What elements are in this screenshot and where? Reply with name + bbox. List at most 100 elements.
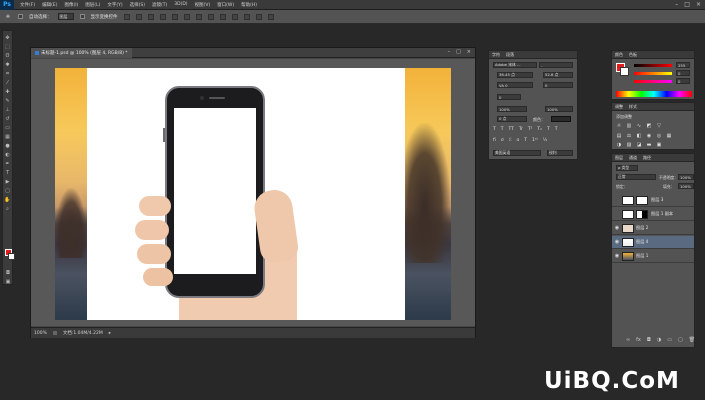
layer-row[interactable]: 图层 1 副本: [612, 208, 694, 221]
underline-button[interactable]: T: [547, 127, 550, 132]
move-icon[interactable]: ✥: [4, 34, 12, 41]
menu-window[interactable]: 窗口(W): [217, 2, 234, 8]
tab-color[interactable]: 颜色: [615, 52, 623, 58]
font-style-select[interactable]: -: [539, 62, 573, 68]
posterize-icon[interactable]: ▨: [626, 142, 632, 148]
layer-visibility-icon[interactable]: ◉: [612, 239, 622, 245]
auto-select-dropdown[interactable]: 图层: [57, 13, 74, 20]
tab-adjustments[interactable]: 调整: [615, 104, 623, 110]
doc-close-button[interactable]: ×: [467, 49, 471, 55]
stamp-icon[interactable]: ⊥: [4, 106, 12, 113]
status-icon[interactable]: [52, 331, 57, 335]
mask-icon[interactable]: ◘: [647, 337, 651, 343]
layer-row-selected[interactable]: ◉ 图层 4: [612, 236, 694, 249]
layer-row[interactable]: 图层 3: [612, 194, 694, 207]
layer-filter-select[interactable]: ρ 类型: [616, 165, 638, 171]
contextual-icon[interactable]: σ: [501, 138, 504, 143]
hue-sat-icon[interactable]: ▤: [616, 133, 622, 139]
menu-type[interactable]: 文字(Y): [107, 2, 122, 8]
doc-minimize-button[interactable]: –: [448, 49, 451, 55]
canvas[interactable]: [55, 68, 451, 320]
menu-edit[interactable]: 编辑(E): [42, 2, 57, 8]
menu-layer[interactable]: 图层(L): [85, 2, 100, 8]
text-color-swatch[interactable]: [551, 116, 571, 122]
exposure-icon[interactable]: ◩: [646, 123, 652, 129]
red-slider[interactable]: [634, 64, 672, 67]
maximize-button[interactable]: □: [684, 1, 690, 8]
layer-visibility-icon[interactable]: ◉: [612, 225, 622, 231]
path-select-icon[interactable]: ▶: [4, 178, 12, 185]
tab-paragraph[interactable]: 段落: [506, 52, 514, 58]
screen-mode-icon[interactable]: ▣: [4, 278, 12, 285]
tab-layers[interactable]: 图层: [615, 155, 623, 161]
background-color-swatch[interactable]: [8, 253, 15, 260]
align-left-icon[interactable]: [159, 13, 166, 20]
opacity-field[interactable]: 100%: [678, 174, 694, 180]
language-select[interactable]: 美国英语: [493, 150, 541, 156]
color-spectrum[interactable]: [616, 91, 692, 97]
link-icon[interactable]: ∞: [626, 337, 630, 343]
swash-icon[interactable]: ℰ: [509, 138, 512, 143]
fx-icon[interactable]: fx: [636, 337, 641, 343]
brightness-icon[interactable]: ☼: [616, 123, 622, 129]
folder-icon[interactable]: ▭: [667, 337, 672, 343]
ligature-icon[interactable]: ﬁ: [493, 138, 496, 143]
move-tool-icon[interactable]: ✥: [4, 13, 12, 20]
gradient-icon[interactable]: ▦: [4, 133, 12, 140]
menu-3d[interactable]: 3D(D): [174, 2, 187, 8]
menu-filter[interactable]: 滤镜(T): [152, 2, 167, 8]
vertical-scale-field[interactable]: 100%: [497, 106, 527, 112]
channel-mixer-icon[interactable]: ◎: [656, 133, 662, 139]
transform-checkbox[interactable]: [79, 14, 85, 19]
fill-field[interactable]: 100%: [678, 183, 694, 189]
distribute-left-icon[interactable]: [231, 13, 238, 20]
stylistic-icon[interactable]: ɑ: [516, 138, 519, 143]
healing-icon[interactable]: ✚: [4, 88, 12, 95]
history-brush-icon[interactable]: ↺: [4, 115, 12, 122]
minimize-button[interactable]: –: [675, 1, 678, 8]
tsume-field[interactable]: 0: [497, 94, 521, 100]
color-balance-icon[interactable]: ⚖: [626, 133, 632, 139]
titling-icon[interactable]: T: [524, 138, 527, 143]
bw-icon[interactable]: ◧: [636, 133, 642, 139]
shape-icon[interactable]: ▢: [4, 187, 12, 194]
lasso-icon[interactable]: ʘ: [4, 52, 12, 59]
align-right-icon[interactable]: [183, 13, 190, 20]
crop-icon[interactable]: ⌗: [4, 70, 12, 77]
tab-paths[interactable]: 路径: [643, 155, 651, 161]
fraction-icon[interactable]: ½: [543, 138, 547, 143]
distribute-top-icon[interactable]: [195, 13, 202, 20]
baseline-field[interactable]: 0 点: [497, 116, 527, 122]
tab-styles[interactable]: 样式: [629, 104, 637, 110]
brush-icon[interactable]: ✎: [4, 97, 12, 104]
blur-icon[interactable]: ●: [4, 142, 12, 149]
zoom-icon[interactable]: ⌕: [4, 205, 12, 212]
menu-image[interactable]: 图像(I): [64, 2, 78, 8]
leading-field[interactable]: 52.8 点: [543, 72, 573, 78]
all-caps-button[interactable]: TT: [509, 127, 514, 132]
font-size-field[interactable]: 36.45 点: [497, 72, 533, 78]
distribute-bottom-icon[interactable]: [219, 13, 226, 20]
3d-mode-icon[interactable]: [267, 13, 274, 20]
blend-mode-select[interactable]: 正常: [616, 174, 656, 180]
blue-slider[interactable]: [634, 80, 672, 83]
status-arrow-icon[interactable]: ▸: [109, 331, 111, 336]
strikethrough-button[interactable]: T: [555, 127, 558, 132]
magic-wand-icon[interactable]: ✱: [4, 61, 12, 68]
distribute-middle-icon[interactable]: [207, 13, 214, 20]
antialias-select[interactable]: 锐利: [547, 150, 573, 156]
menu-select[interactable]: 选择(S): [130, 2, 145, 8]
curves-icon[interactable]: ∿: [636, 123, 642, 129]
green-slider[interactable]: [634, 72, 672, 75]
distribute-center-icon[interactable]: [243, 13, 250, 20]
tab-character[interactable]: 字符: [492, 52, 500, 58]
kerning-field[interactable]: VA 0: [497, 82, 533, 88]
marquee-icon[interactable]: ⬚: [4, 43, 12, 50]
subscript-button[interactable]: T₁: [537, 127, 542, 132]
levels-icon[interactable]: ▥: [626, 123, 632, 129]
tab-swatches[interactable]: 色板: [629, 52, 637, 58]
blue-value[interactable]: 0: [676, 78, 690, 84]
doc-maximize-button[interactable]: □: [456, 49, 461, 55]
type-icon[interactable]: T: [4, 169, 12, 176]
superscript-button[interactable]: T¹: [528, 127, 533, 132]
